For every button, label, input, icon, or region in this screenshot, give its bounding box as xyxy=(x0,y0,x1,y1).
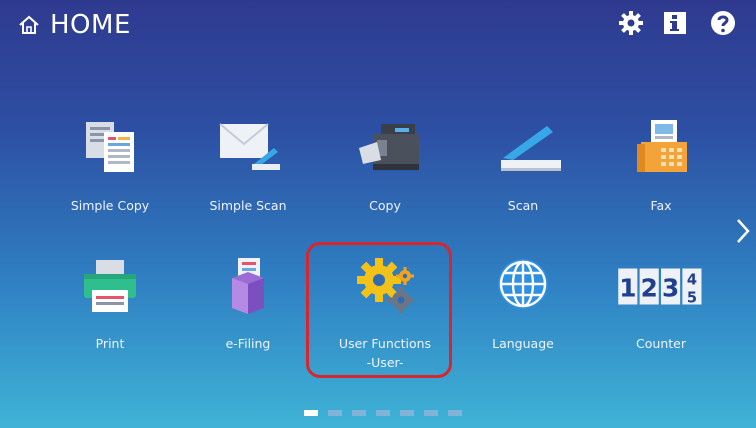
info-icon[interactable] xyxy=(662,10,688,36)
tile-label: e-Filing xyxy=(225,336,271,351)
simple-copy-icon xyxy=(86,122,134,172)
copier-icon xyxy=(359,124,419,170)
e-filing-box-icon xyxy=(232,258,264,314)
globe-icon xyxy=(498,259,548,309)
page-dot-1[interactable] xyxy=(304,410,318,416)
tile-language[interactable]: Language xyxy=(458,256,588,376)
counter-digit-3: 3 xyxy=(662,274,679,303)
tile-label-main: User Functions xyxy=(338,336,432,351)
tile-simple-copy[interactable]: Simple Copy xyxy=(45,118,175,238)
gear-icon[interactable] xyxy=(618,10,644,36)
tile-label: Counter xyxy=(636,336,686,351)
help-icon[interactable] xyxy=(710,10,736,36)
scanner-icon xyxy=(501,126,561,171)
counter-digit-1: 1 xyxy=(619,274,636,303)
header-bar: HOME xyxy=(0,0,756,56)
tile-label: Simple Copy xyxy=(70,198,150,213)
page-dot-7[interactable] xyxy=(448,410,462,416)
page-dot-5[interactable] xyxy=(400,410,414,416)
tile-e-filing[interactable]: e-Filing xyxy=(183,256,313,376)
page-title: HOME xyxy=(50,10,131,40)
tile-scan[interactable]: Scan xyxy=(458,118,588,238)
gears-icon xyxy=(357,258,414,313)
home-icon[interactable] xyxy=(18,14,40,36)
counter-digits-icon: 1 2 3 4 5 xyxy=(618,268,702,306)
tile-label: User Functions -User- xyxy=(320,334,450,372)
tile-label: Simple Scan xyxy=(209,198,287,213)
page-dot-3[interactable] xyxy=(352,410,366,416)
counter-digit-5: 5 xyxy=(687,289,697,306)
counter-digit-2: 2 xyxy=(641,274,658,303)
tile-copy[interactable]: Copy xyxy=(320,118,450,238)
fax-icon xyxy=(637,120,687,172)
page-dot-4[interactable] xyxy=(376,410,390,416)
tile-counter[interactable]: 1 2 3 4 5 Counter xyxy=(596,256,726,376)
tile-label: Copy xyxy=(369,198,401,213)
tile-fax[interactable]: Fax xyxy=(596,118,726,238)
tile-label: Fax xyxy=(650,198,672,213)
tile-user-functions[interactable]: User Functions -User- xyxy=(320,256,450,376)
tile-label-sub: -User- xyxy=(366,355,404,370)
tile-print[interactable]: Print xyxy=(45,256,175,376)
printer-icon xyxy=(84,260,136,312)
tile-label: Language xyxy=(492,336,554,351)
simple-scan-icon xyxy=(219,123,280,170)
page-dot-2[interactable] xyxy=(328,410,342,416)
tile-simple-scan[interactable]: Simple Scan xyxy=(183,118,313,238)
counter-digit-4: 4 xyxy=(687,271,697,288)
tile-label: Scan xyxy=(507,198,539,213)
tile-label: Print xyxy=(95,336,125,351)
next-page-arrow-icon[interactable] xyxy=(736,218,750,244)
page-dot-6[interactable] xyxy=(424,410,438,416)
